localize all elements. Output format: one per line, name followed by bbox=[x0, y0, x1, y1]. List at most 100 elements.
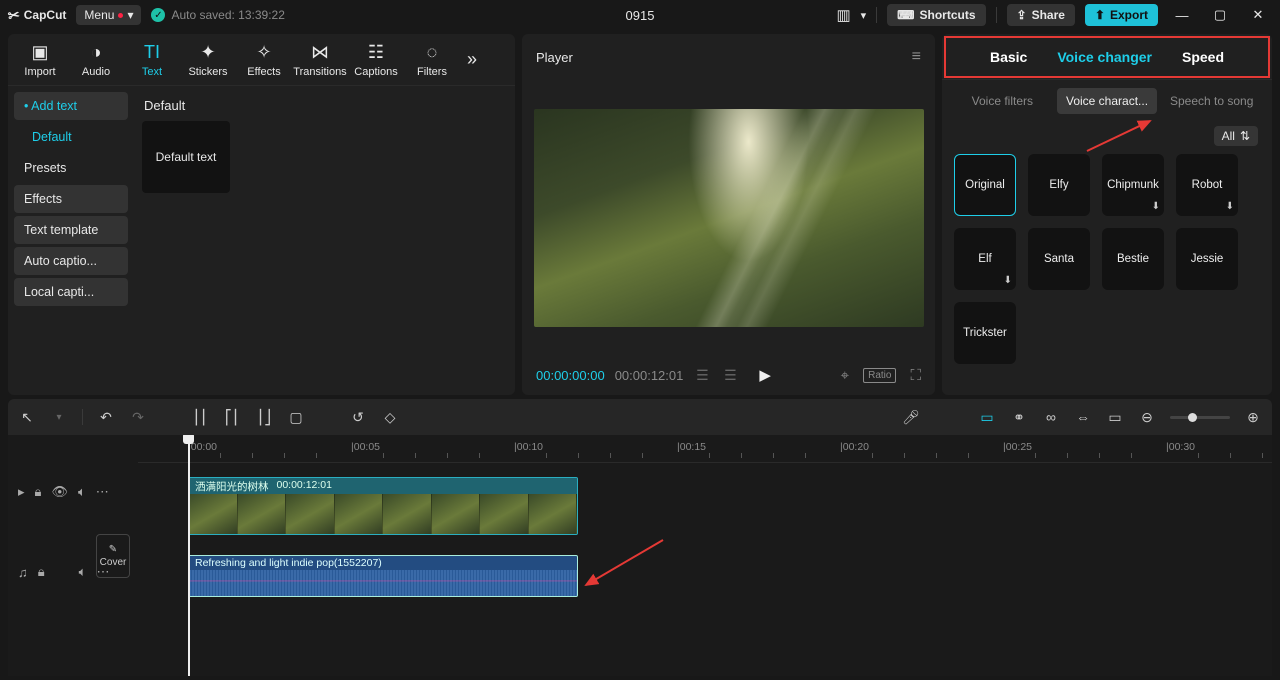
voice-name: Robot bbox=[1192, 179, 1223, 191]
compare-a-icon[interactable]: ☰ bbox=[693, 367, 711, 384]
undo-icon[interactable]: ↶ bbox=[97, 409, 115, 426]
inspector-tab-voice-changer[interactable]: Voice changer bbox=[1057, 49, 1152, 65]
annotation-arrow-icon bbox=[578, 535, 668, 595]
download-icon: ⬇ bbox=[1226, 201, 1234, 212]
lock-icon[interactable]: 🔒︎ bbox=[38, 564, 45, 580]
voice-tile-original[interactable]: Original bbox=[954, 154, 1016, 216]
sidebar-item[interactable]: Local capti... bbox=[14, 278, 128, 306]
media-tab-label: Transitions bbox=[293, 66, 346, 78]
layout-icon[interactable]: ▥ bbox=[836, 6, 850, 24]
reverse-icon[interactable]: ↺ bbox=[349, 409, 367, 426]
fullscreen-icon[interactable]: ⛶ bbox=[910, 367, 921, 384]
marker-icon[interactable]: ◇ bbox=[381, 409, 399, 426]
media-tab-filters[interactable]: ◌Filters bbox=[404, 42, 460, 78]
voice-tile-trickster[interactable]: Trickster bbox=[954, 302, 1016, 364]
sidebar-item[interactable]: Effects bbox=[14, 185, 128, 213]
share-icon: ⇪ bbox=[1017, 8, 1027, 22]
inspector-tab-basic[interactable]: Basic bbox=[990, 49, 1027, 65]
voice-tile-chipmunk[interactable]: Chipmunk⬇ bbox=[1102, 154, 1164, 216]
share-button[interactable]: ⇪ Share bbox=[1007, 4, 1075, 26]
more-icon[interactable]: ⋯ bbox=[96, 564, 109, 580]
subtab[interactable]: Speech to song bbox=[1161, 88, 1262, 114]
sidebar-item[interactable]: • Add text bbox=[14, 92, 128, 120]
ruler-tick: |00:15 bbox=[677, 441, 706, 453]
inspector-tab-speed[interactable]: Speed bbox=[1182, 49, 1224, 65]
sidebar-item[interactable]: Presets bbox=[14, 154, 128, 182]
ruler-tick: |00:05 bbox=[351, 441, 380, 453]
mute-icon[interactable]: 🔈︎ bbox=[79, 564, 87, 580]
video-clip[interactable]: 洒满阳光的树林 00:00:12:01 bbox=[188, 477, 578, 535]
voice-tile-jessie[interactable]: Jessie bbox=[1176, 228, 1238, 290]
menu-button[interactable]: Menu ▾ bbox=[76, 5, 141, 25]
sidebar-item[interactable]: Text template bbox=[14, 216, 128, 244]
redo-icon[interactable]: ↷ bbox=[129, 409, 147, 426]
export-icon: ⬆ bbox=[1095, 8, 1105, 22]
share-label: Share bbox=[1032, 8, 1065, 22]
play-button[interactable]: ▶ bbox=[759, 366, 771, 384]
video-clip-duration: 00:00:12:01 bbox=[277, 479, 332, 493]
media-tab-text[interactable]: TIText bbox=[124, 42, 180, 78]
magnet-icon[interactable]: ▭ bbox=[978, 409, 996, 426]
window-maximize[interactable]: ▢ bbox=[1206, 7, 1234, 23]
voice-tile-elf[interactable]: Elf⬇ bbox=[954, 228, 1016, 290]
media-tab-audio[interactable]: ◑Audio bbox=[68, 42, 124, 78]
link-icon[interactable]: ⚭ bbox=[1010, 409, 1028, 426]
voice-tile-robot[interactable]: Robot⬇ bbox=[1176, 154, 1238, 216]
voice-name: Elfy bbox=[1049, 179, 1068, 191]
media-tab-stickers[interactable]: ✦Stickers bbox=[180, 42, 236, 78]
track-type-icon: ▸ bbox=[18, 484, 25, 500]
time-ruler[interactable]: |00:00|00:05|00:10|00:15|00:20|00:25|00:… bbox=[138, 435, 1272, 463]
window-close[interactable]: ✕ bbox=[1244, 7, 1272, 23]
video-preview[interactable] bbox=[534, 109, 924, 327]
video-clip-name: 洒满阳光的树林 bbox=[195, 479, 269, 493]
subtab[interactable]: Voice charact... bbox=[1057, 88, 1158, 114]
zoom-in-icon[interactable]: ⊕ bbox=[1244, 409, 1262, 426]
window-minimize[interactable]: — bbox=[1168, 8, 1196, 23]
pointer-tool-icon[interactable]: ↖ bbox=[18, 409, 36, 426]
timeline-toolbar: ↖ ▾ ↶ ↷ ⎮⎮ ⎡⎮ ⎮⎦ ▢ ↺ ◇ 🎤︎ ▭ ⚭ ∞ ⇔ ▭ ⊖ ⊕ bbox=[8, 399, 1272, 435]
subtab[interactable]: Voice filters bbox=[952, 88, 1053, 114]
sidebar-item[interactable]: Default bbox=[14, 123, 128, 151]
media-tab-label: Text bbox=[142, 66, 162, 78]
split-icon[interactable]: ⎮⎮ bbox=[191, 409, 209, 426]
voice-tile-bestie[interactable]: Bestie bbox=[1102, 228, 1164, 290]
chain-icon[interactable]: ∞ bbox=[1042, 409, 1060, 425]
more-tabs-icon[interactable]: » bbox=[460, 49, 484, 70]
filter-all-button[interactable]: All ⇅ bbox=[1214, 126, 1258, 146]
stickers-icon: ✦ bbox=[200, 42, 215, 64]
shortcuts-button[interactable]: ⌨ Shortcuts bbox=[887, 4, 985, 26]
mute-icon[interactable]: 🔈︎ bbox=[78, 484, 86, 500]
chevron-down-icon[interactable]: ▾ bbox=[861, 9, 867, 22]
sidebar-item[interactable]: Auto captio... bbox=[14, 247, 128, 275]
zoom-slider[interactable] bbox=[1170, 416, 1230, 419]
playhead[interactable] bbox=[188, 435, 190, 676]
zoom-out-icon[interactable]: ⊖ bbox=[1138, 409, 1156, 426]
preview-mode-icon[interactable]: ▭ bbox=[1106, 409, 1124, 426]
media-tab-import[interactable]: ▣Import bbox=[12, 42, 68, 78]
track-area[interactable]: |00:00|00:05|00:10|00:15|00:20|00:25|00:… bbox=[138, 435, 1272, 676]
align-icon[interactable]: ⇔ bbox=[1074, 409, 1092, 425]
chevron-down-icon[interactable]: ▾ bbox=[50, 412, 68, 423]
player-menu-icon[interactable]: ≡ bbox=[912, 48, 921, 66]
default-text-tile[interactable]: Default text bbox=[142, 121, 230, 193]
export-button[interactable]: ⬆ Export bbox=[1085, 4, 1158, 26]
media-tab-effects[interactable]: ✧Effects bbox=[236, 42, 292, 78]
trim-left-icon[interactable]: ⎡⎮ bbox=[223, 409, 241, 426]
lock-icon[interactable]: 🔒︎ bbox=[35, 484, 42, 500]
audio-track-controls: ♫ 🔒︎ 🔈︎ ⋯ bbox=[8, 549, 138, 595]
eye-icon[interactable]: 👁︎ bbox=[51, 484, 68, 500]
trim-right-icon[interactable]: ⎮⎦ bbox=[255, 409, 273, 426]
compare-b-icon[interactable]: ☰ bbox=[721, 367, 739, 384]
keyboard-icon: ⌨ bbox=[897, 8, 914, 22]
media-tab-transitions[interactable]: ⋈Transitions bbox=[292, 42, 348, 78]
audio-clip[interactable]: Refreshing and light indie pop(1552207) bbox=[188, 555, 578, 597]
ratio-button[interactable]: Ratio bbox=[863, 368, 896, 383]
media-tab-label: Audio bbox=[82, 66, 110, 78]
mic-icon[interactable]: 🎤︎ bbox=[902, 409, 920, 426]
media-tab-captions[interactable]: ☷Captions bbox=[348, 42, 404, 78]
voice-tile-santa[interactable]: Santa bbox=[1028, 228, 1090, 290]
delete-icon[interactable]: ▢ bbox=[287, 409, 305, 426]
voice-tile-elfy[interactable]: Elfy bbox=[1028, 154, 1090, 216]
more-icon[interactable]: ⋯ bbox=[96, 484, 109, 500]
scan-icon[interactable]: ⌖ bbox=[841, 367, 849, 384]
